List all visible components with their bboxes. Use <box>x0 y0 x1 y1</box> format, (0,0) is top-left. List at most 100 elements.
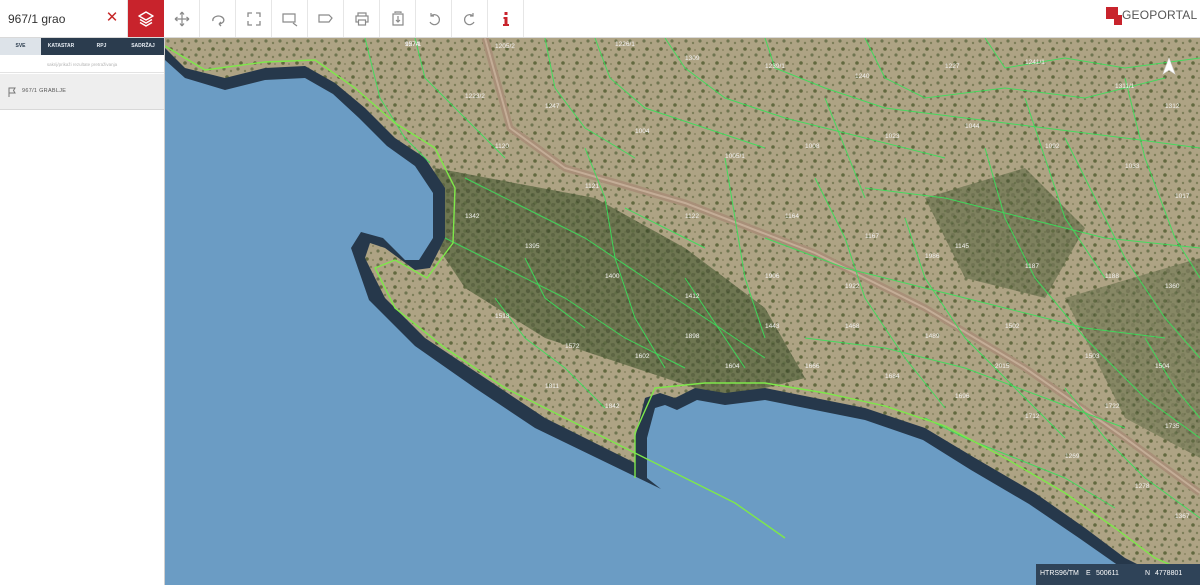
parcel-label: 1712 <box>1025 413 1040 420</box>
parcel-label: 1044 <box>965 123 980 130</box>
parcel-label: 1164 <box>785 213 799 220</box>
parcel-label: 1696 <box>955 393 970 400</box>
tab-rpj[interactable]: RPJ <box>81 38 122 55</box>
parcel-label: 1278 <box>1135 483 1150 490</box>
extract-icon <box>391 10 404 26</box>
top-toolbar: ✕ <box>0 0 1200 38</box>
parcel-label: 1269 <box>1065 453 1080 460</box>
parcel-label: 1008 <box>805 143 820 150</box>
parcel-label: 1312 <box>1165 103 1180 110</box>
parcel-label: 1274 <box>405 41 420 48</box>
parcel-label: 1227 <box>945 63 960 70</box>
tab-sve[interactable]: SVE <box>0 38 41 55</box>
parcel-label: 1188 <box>1105 273 1119 280</box>
easting-label: E <box>1086 570 1091 577</box>
pan-button[interactable] <box>164 0 200 37</box>
info-icon <box>502 11 509 26</box>
parcel-label: 1906 <box>765 273 780 280</box>
parcel-label: 1468 <box>845 323 860 330</box>
coordinate-readout: HTRS96/TM E 500611 N 4778801 <box>1036 564 1200 585</box>
parcel-label: 1120 <box>495 143 509 150</box>
parcel-label: 1121 <box>585 183 599 190</box>
parcel-label: 1092 <box>1045 143 1060 150</box>
northing-label: N <box>1145 570 1151 577</box>
parcel-label: 1666 <box>805 363 820 370</box>
parcel-label: 1443 <box>765 323 780 330</box>
search-box: ✕ <box>0 0 128 37</box>
sidebar-tabs: SVE KATASTAR RPJ SADRŽAJ <box>0 38 164 55</box>
search-result-label: 967/1 GRABLJE <box>22 88 67 94</box>
parcel-label: 1412 <box>685 293 700 300</box>
measure-line-button[interactable] <box>308 0 344 37</box>
parcel-label: 1604 <box>725 363 740 370</box>
parcel-label: 1122 <box>685 213 699 220</box>
fullscreen-button[interactable] <box>236 0 272 37</box>
parcel-label: 1017 <box>1175 193 1190 200</box>
parcel-label: 1503 <box>1085 353 1100 360</box>
parcel-label: 1240 <box>855 73 870 80</box>
parcel-icon <box>8 87 16 97</box>
parcel-label: 2015 <box>995 363 1010 370</box>
layers-button[interactable] <box>128 0 164 37</box>
tab-katastar[interactable]: KATASTAR <box>41 38 81 55</box>
northing-value: 4778801 <box>1155 570 1183 577</box>
geoportal-logo[interactable]: GEOPORTAL <box>1106 5 1197 31</box>
parcel-label: 1400 <box>605 273 620 280</box>
parcel-label: 1722 <box>1105 403 1120 410</box>
clear-search-icon[interactable]: ✕ <box>104 9 120 27</box>
rotate-button[interactable] <box>200 0 236 37</box>
undo-icon <box>428 12 440 25</box>
undo-button[interactable] <box>416 0 452 37</box>
parcel-label: 1986 <box>925 253 940 260</box>
parcel-label: 1205/2 <box>495 43 515 50</box>
search-result-item[interactable]: 967/1 GRABLJE <box>0 74 164 110</box>
map-view[interactable]: 957/1 1205/2 1226/1 1309 1239/1 1240 1227 1241/… <box>165 38 1200 585</box>
toggle-results-link[interactable]: sakrij/prikaži rezultate pretraživanja <box>0 56 164 73</box>
pan-icon <box>174 11 189 26</box>
logo-text: GEOPORTAL <box>1122 8 1198 22</box>
north-arrow-icon[interactable] <box>1161 56 1177 78</box>
parcel-label: 1226/1 <box>615 41 635 48</box>
print-button[interactable] <box>344 0 380 37</box>
parcel-label: 1167 <box>865 233 879 240</box>
parcel-label: 1342 <box>465 213 480 220</box>
extract-button[interactable] <box>380 0 416 37</box>
coordinate-system: HTRS96/TM <box>1040 570 1079 577</box>
measure-area-button[interactable] <box>272 0 308 37</box>
parcel-label: 1239/1 <box>765 63 785 70</box>
parcel-label: 1504 <box>1155 363 1170 370</box>
parcel-label: 1145 <box>955 243 969 250</box>
tab-sadrzaj[interactable]: SADRŽAJ <box>122 38 164 55</box>
parcel-label: 1518 <box>495 313 510 320</box>
rotate-icon <box>211 14 224 26</box>
map-canvas[interactable]: 957/1 1205/2 1226/113091239/1124012271241/… <box>165 38 1200 585</box>
measure-line-icon <box>317 13 333 23</box>
parcel-label: 1502 <box>1005 323 1020 330</box>
measure-area-icon <box>281 12 297 26</box>
print-icon <box>354 11 369 26</box>
parcel-label: 1309 <box>685 55 700 62</box>
parcel-label: 1311/1 <box>1115 83 1135 90</box>
easting-value: 500611 <box>1096 570 1119 577</box>
parcel-label: 1395 <box>525 243 540 250</box>
layers-icon <box>137 10 154 27</box>
parcel-label: 1033 <box>1125 163 1140 170</box>
parcel-label: 1241/1 <box>1025 59 1045 66</box>
parcel-label: 1367 <box>1175 513 1190 520</box>
parcel-label: 1004 <box>635 128 650 135</box>
logo-mark-2 <box>1114 15 1122 25</box>
parcel-label: 1223/2 <box>465 93 485 100</box>
parcel-label: 1360 <box>1165 283 1180 290</box>
parcel-label: 1735 <box>1165 423 1180 430</box>
redo-icon <box>463 12 475 25</box>
search-input[interactable] <box>8 9 96 29</box>
parcel-label: 1602 <box>635 353 650 360</box>
parcel-label: 1187 <box>1025 263 1039 270</box>
parcel-label: 1023 <box>885 133 900 140</box>
search-results-sidebar: SVE KATASTAR RPJ SADRŽAJ sakrij/prikaži … <box>0 38 165 585</box>
parcel-label: 1684 <box>885 373 900 380</box>
redo-button[interactable] <box>452 0 488 37</box>
info-button[interactable] <box>488 0 524 37</box>
parcel-label: 1898 <box>685 333 700 340</box>
parcel-label: 1572 <box>565 343 580 350</box>
